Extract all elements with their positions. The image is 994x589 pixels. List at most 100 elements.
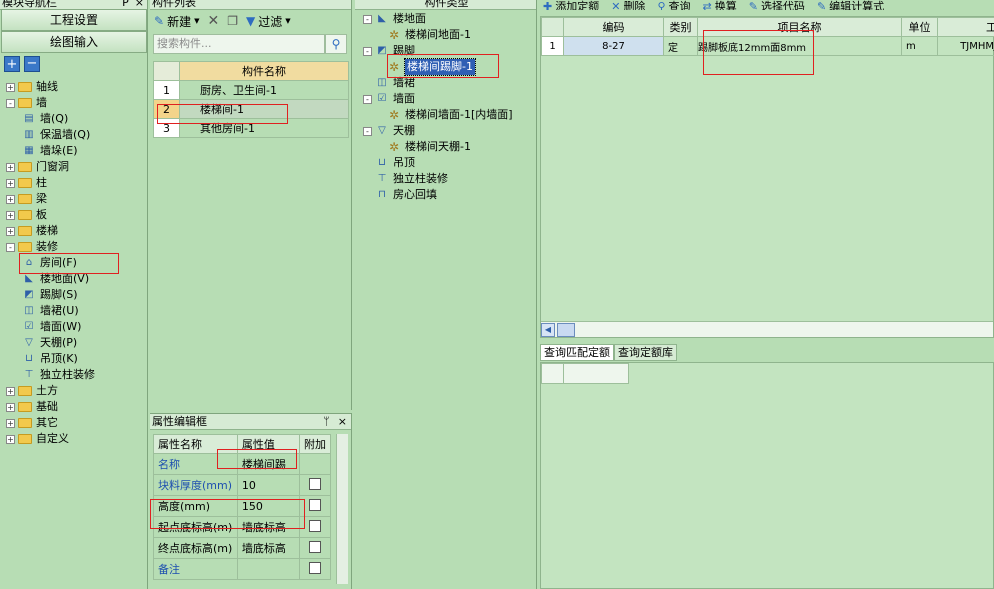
expand-icon[interactable]: + xyxy=(6,386,15,396)
tab-query-match-quota[interactable]: 查询匹配定额 xyxy=(540,344,614,361)
component-type-titlebar: 构件类型 xyxy=(355,0,536,10)
close-icon[interactable]: × xyxy=(135,0,144,9)
tree-item[interactable]: ⊤ 独立柱装修 xyxy=(6,367,146,383)
tree-item[interactable]: ⊤ 独立柱装修 xyxy=(363,171,535,187)
extra-checkbox[interactable] xyxy=(308,477,321,490)
property-value-cell[interactable]: 墙底标高 xyxy=(236,537,300,559)
tree-item[interactable]: + 土方 xyxy=(6,383,146,399)
tree-item[interactable]: ✲ 楼梯间天棚-1 xyxy=(363,139,535,155)
property-scrollbar[interactable] xyxy=(336,434,348,584)
component-search-input[interactable]: 搜索构件... xyxy=(153,34,325,54)
property-value-cell[interactable] xyxy=(236,558,300,580)
quota-toolbar-button[interactable]: ✎ 编辑计算式 xyxy=(817,0,885,10)
tree-item[interactable]: ▤ 墙(Q) xyxy=(6,111,146,127)
delete-icon[interactable]: ✕ xyxy=(207,13,219,29)
property-editor-title: 属性编辑框 xyxy=(152,415,207,428)
expand-icon[interactable]: + xyxy=(6,82,15,92)
extra-checkbox[interactable] xyxy=(308,540,321,553)
tree-item[interactable]: ◫ 墙裙(U) xyxy=(6,303,146,319)
collapse-icon[interactable]: - xyxy=(363,46,372,56)
tree-item[interactable]: + 板 xyxy=(6,207,146,223)
table-row[interactable]: 终点底标高(m) 墙底标高 xyxy=(153,537,332,559)
tree-item[interactable]: + 楼梯 xyxy=(6,223,146,239)
collapse-icon[interactable]: - xyxy=(363,126,372,136)
tree-item[interactable]: ✲ 楼梯间墙面-1[内墙面] xyxy=(363,107,535,123)
expand-icon[interactable]: + xyxy=(6,434,15,444)
component-name-cell: 厨房、卫生间-1 xyxy=(179,80,349,100)
tree-item[interactable]: + 基础 xyxy=(6,399,146,415)
tree-item[interactable]: + 门窗洞 xyxy=(6,159,146,175)
tree-item-label: 楼地面 xyxy=(393,12,426,25)
new-button[interactable]: ✎ 新建 ▼ xyxy=(154,13,199,30)
tree-item[interactable]: ⊔ 吊顶 xyxy=(363,155,535,171)
expand-icon[interactable]: + xyxy=(6,210,15,220)
tree-item[interactable]: ▽ 天棚(P) xyxy=(6,335,146,351)
tab-query-quota-library[interactable]: 查询定额库 xyxy=(614,344,677,361)
tree-item[interactable]: ▦ 墙垛(E) xyxy=(6,143,146,159)
expand-icon[interactable]: + xyxy=(6,226,15,236)
collapse-all-icon[interactable]: − xyxy=(24,56,40,72)
expand-icon[interactable]: + xyxy=(6,162,15,172)
property-editor-titlebar: 属性编辑框 ᛘ × xyxy=(150,414,351,430)
quota-toolbar-button[interactable]: ⇄ 换算 xyxy=(702,0,737,10)
expand-all-icon[interactable]: + xyxy=(4,56,20,72)
collapse-icon[interactable]: - xyxy=(363,94,372,104)
dado-icon: ◫ xyxy=(377,77,387,88)
quota-toolbar-label: 编辑计算式 xyxy=(829,0,885,10)
scroll-thumb[interactable] xyxy=(557,322,575,337)
tree-item[interactable]: - ◣ 楼地面 xyxy=(363,11,535,27)
search-icon[interactable]: ⚲ xyxy=(325,34,347,54)
collapse-icon[interactable]: - xyxy=(6,242,15,252)
table-row[interactable]: 备注 xyxy=(153,558,332,580)
tree-item[interactable]: ⊔ 吊顶(K) xyxy=(6,351,146,367)
tree-item[interactable]: -墙 xyxy=(6,95,146,111)
folder-icon xyxy=(18,82,32,92)
extra-checkbox[interactable] xyxy=(308,561,321,574)
tree-item[interactable]: + 柱 xyxy=(6,175,146,191)
table-row[interactable]: 1 厨房、卫生间-1 xyxy=(153,80,349,100)
tree-item[interactable]: + 轴线 xyxy=(6,79,146,95)
tree-item[interactable]: ◩ 踢脚(S) xyxy=(6,287,146,303)
expand-icon[interactable]: + xyxy=(6,178,15,188)
quota-toolbar-button[interactable]: ⚲ 查询 xyxy=(657,1,690,10)
project-settings-button[interactable]: 工程设置 xyxy=(1,9,147,31)
tree-item[interactable]: + 梁 xyxy=(6,191,146,207)
quota-toolbar-button[interactable]: ✎ 选择代码 xyxy=(749,1,805,10)
table-row[interactable]: 块料厚度(mm) 10 xyxy=(153,474,332,496)
folder-icon xyxy=(18,98,32,108)
module-nav-panel: 模块导航栏 P × 工程设置 绘图输入 + − + 轴线 - 墙 ▤ 墙(Q) ▥ 保温墙(Q… xyxy=(0,0,148,589)
expand-icon[interactable]: + xyxy=(6,402,15,412)
collapse-icon[interactable]: - xyxy=(363,14,372,24)
expand-icon[interactable]: + xyxy=(6,194,15,204)
tree-item[interactable]: ▥ 保温墙(Q) xyxy=(6,127,146,143)
convert-icon: ⇄ xyxy=(702,0,712,10)
quota-toolbar-button[interactable]: ✚ 添加定额 xyxy=(543,1,599,10)
tree-item[interactable]: ✲ 楼梯间地面-1 xyxy=(363,27,535,43)
filter-button[interactable]: ▼ 过滤 ▼ xyxy=(246,13,291,30)
copy-icon[interactable]: ❐ xyxy=(227,14,238,28)
close-icon[interactable]: × xyxy=(338,414,347,429)
draw-input-button[interactable]: 绘图输入 xyxy=(1,31,147,53)
pin-icon[interactable]: ᛘ xyxy=(323,414,330,429)
extra-checkbox[interactable] xyxy=(308,519,321,532)
tree-item[interactable]: + 其它 xyxy=(6,415,146,431)
tree-item[interactable]: - ☑ 墙面 xyxy=(363,91,535,107)
pin-icon[interactable]: P xyxy=(122,0,129,9)
tree-item[interactable]: - ▽ 天棚 xyxy=(363,123,535,139)
quota-expr-cell: TJMHMJ xyxy=(937,36,994,56)
folder-icon xyxy=(18,194,32,204)
tree-item-label: 墙(Q) xyxy=(40,112,69,125)
tree-item[interactable]: ⊓ 房心回填 xyxy=(363,187,535,203)
scroll-left-icon[interactable]: ◀ xyxy=(541,322,555,337)
quota-query-header xyxy=(541,363,629,384)
tree-item[interactable]: + 自定义 xyxy=(6,431,146,447)
extra-checkbox[interactable] xyxy=(308,498,321,511)
expand-icon[interactable]: + xyxy=(6,418,15,428)
tree-item-label: 保温墙(Q) xyxy=(40,128,91,141)
collapse-icon[interactable]: - xyxy=(6,98,15,108)
quota-toolbar-button[interactable]: ✕ 删除 xyxy=(611,1,645,10)
property-value-cell[interactable]: 10 xyxy=(236,474,300,496)
quota-horizontal-scrollbar[interactable]: ◀ xyxy=(541,321,993,337)
tree-item[interactable]: ☑ 墙面(W) xyxy=(6,319,146,335)
tree-item-label: 轴线 xyxy=(36,80,58,93)
